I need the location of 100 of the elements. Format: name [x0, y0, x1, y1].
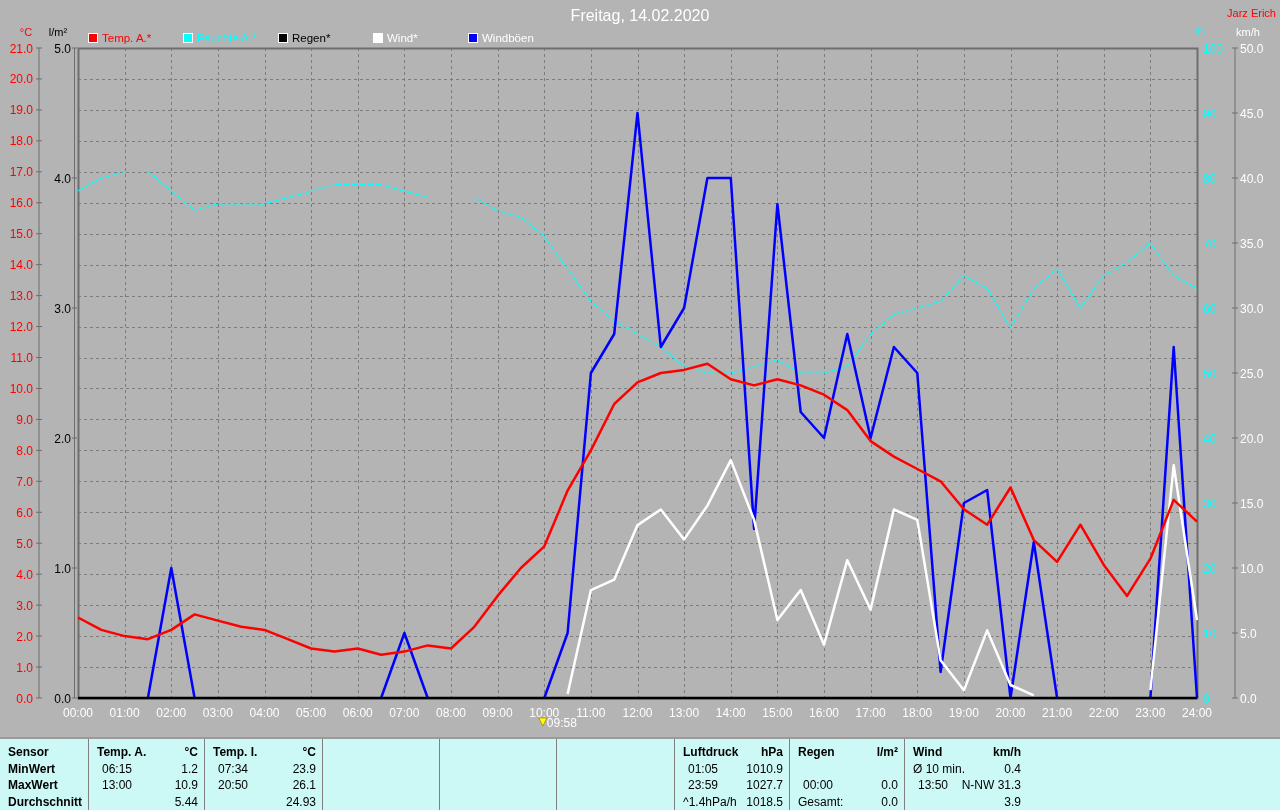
axis-tick-label: 7.0	[16, 474, 33, 489]
table-cell: Gesamt:	[798, 793, 844, 810]
axis-tick-label: 40.0	[1240, 171, 1264, 186]
axis-tick-label: 80	[1203, 171, 1217, 186]
time-tick-label: 20:00	[995, 706, 1026, 720]
table-cell: 1018.5	[746, 793, 783, 810]
legend-label: Windböen	[482, 32, 534, 44]
table-cell: 10.9	[174, 777, 198, 794]
time-tick-label: 19:00	[948, 706, 979, 720]
axis-tick-label: 1.0	[54, 561, 71, 576]
table-cell: 1.2	[181, 760, 198, 777]
table-cell-text: 00:00	[802, 777, 834, 794]
unit-label: km/h	[993, 744, 1021, 761]
unit-label: °C	[302, 744, 316, 761]
column-header: Temp. I.	[213, 744, 258, 761]
table-cell: Ø 10 min.	[913, 760, 966, 777]
axis-tick-label: 4.0	[16, 567, 33, 582]
axis-unit-label: %	[1195, 26, 1205, 38]
table-cell: ^1.4hPa/h	[683, 793, 737, 810]
time-tick-label: 13:00	[669, 706, 700, 720]
time-tick-label: 18:00	[902, 706, 933, 720]
axis-tick-label: 0.0	[54, 691, 71, 706]
chart-title: Freitag, 14.02.2020	[570, 7, 710, 24]
axis-tick-label: 5.0	[54, 41, 71, 56]
axis-tick-label: 5.0	[1240, 626, 1257, 641]
axis-tick-label: 30.0	[1240, 301, 1264, 316]
table-cell-text: 07:34	[217, 760, 249, 777]
legend-label: Temp. A.*	[102, 32, 152, 44]
axis-tick-label: 35.0	[1240, 236, 1264, 251]
row-label: MinWert	[8, 760, 56, 777]
column-header: Luftdruck	[683, 744, 739, 761]
axis-tick-label: 45.0	[1240, 106, 1264, 121]
time-tick-label: 07:00	[389, 706, 420, 720]
unit-label: hPa	[761, 744, 783, 761]
marker-arrow-icon	[538, 717, 548, 727]
table-cell: 3.9	[1004, 793, 1021, 810]
time-tick-label: 01:00	[109, 706, 140, 720]
unit-label: °C	[184, 744, 198, 761]
axis-tick-label: 14.0	[9, 258, 33, 273]
row-label: MaxWert	[8, 777, 58, 794]
table-cell: 0.0	[881, 793, 898, 810]
axis-tick-label: 0	[1203, 691, 1210, 706]
time-tick-label: 06:00	[342, 706, 373, 720]
table-cell-text: 01:05	[687, 760, 719, 777]
table-cell: 1010.9	[746, 760, 783, 777]
table-cell-text: 13:00	[101, 777, 133, 794]
table-cell-text: 20:50	[217, 777, 249, 794]
axis-tick-label: 15.0	[1240, 496, 1264, 511]
axis-tick-label: 11.0	[10, 351, 33, 365]
table-cell: 26.1	[292, 777, 316, 794]
column-header: Sensor	[8, 744, 49, 761]
axis-tick-label: 12.0	[9, 320, 33, 335]
axis-unit-label: °C	[19, 26, 33, 38]
time-tick-label: 03:00	[202, 706, 233, 720]
time-tick-label: 22:00	[1088, 706, 1119, 720]
axis-tick-label: 16.0	[9, 196, 33, 211]
time-tick-label: 04:00	[249, 706, 280, 720]
axis-tick-label: 21.0	[9, 41, 33, 56]
axis-tick-label: 10	[1203, 626, 1217, 641]
time-tick-label: 14:00	[715, 706, 746, 720]
axis-tick-label: 30	[1203, 496, 1217, 511]
axis-tick-label: 0.0	[1240, 691, 1257, 706]
axis-tick-label: 9.0	[16, 412, 33, 427]
axis-tick-label: 40	[1203, 431, 1217, 446]
time-tick-label: 16:00	[809, 706, 839, 720]
axis-unit-label: l/m²	[48, 26, 68, 38]
time-tick-label: 08:00	[436, 706, 466, 720]
time-tick-label: 21:00	[1042, 706, 1073, 720]
table-cell: 0.4	[1004, 760, 1021, 777]
table-cell: N-NW 31.3	[961, 777, 1021, 794]
column-header: Regen	[798, 744, 835, 761]
legend-label: Wind*	[387, 32, 418, 44]
column-header: Temp. A.	[97, 744, 147, 761]
time-tick-label: 12:00	[622, 706, 653, 720]
axis-tick-label: 25.0	[1240, 366, 1264, 381]
axis-tick-label: 2.0	[16, 629, 33, 644]
time-tick-label: 05:00	[296, 706, 327, 720]
axis-tick-label: 10.0	[9, 382, 33, 396]
author-label: Jarz Erich	[1227, 7, 1276, 19]
axis-tick-label: 17.0	[9, 165, 33, 180]
legend-label: Regen*	[292, 32, 331, 44]
axis-tick-label: 8.0	[16, 443, 33, 458]
axis-tick-label: 20	[1203, 561, 1217, 576]
table-cell-text: 06:15	[101, 760, 133, 777]
time-tick-label: 02:00	[156, 706, 187, 720]
axis-tick-label: 15.0	[9, 227, 33, 242]
axis-tick-label: 10.0	[1240, 561, 1264, 576]
time-tick-label: 24:00	[1182, 706, 1212, 720]
axis-tick-label: 13.0	[9, 289, 33, 304]
axis-tick-label: 100	[1203, 41, 1224, 56]
axis-tick-label: 3.0	[54, 301, 71, 316]
axis-tick-label: 6.0	[16, 505, 33, 520]
axis-tick-label: 1.0	[16, 660, 33, 675]
table-cell: 5.44	[174, 793, 198, 810]
axis-tick-label: 60	[1203, 301, 1217, 316]
table-cell: 0.0	[881, 777, 898, 794]
legend-label: Feuchte A.*	[197, 32, 257, 44]
time-tick-label: 09:00	[482, 706, 513, 720]
axis-tick-label: 3.0	[16, 598, 33, 613]
axis-tick-label: 19.0	[9, 103, 33, 118]
